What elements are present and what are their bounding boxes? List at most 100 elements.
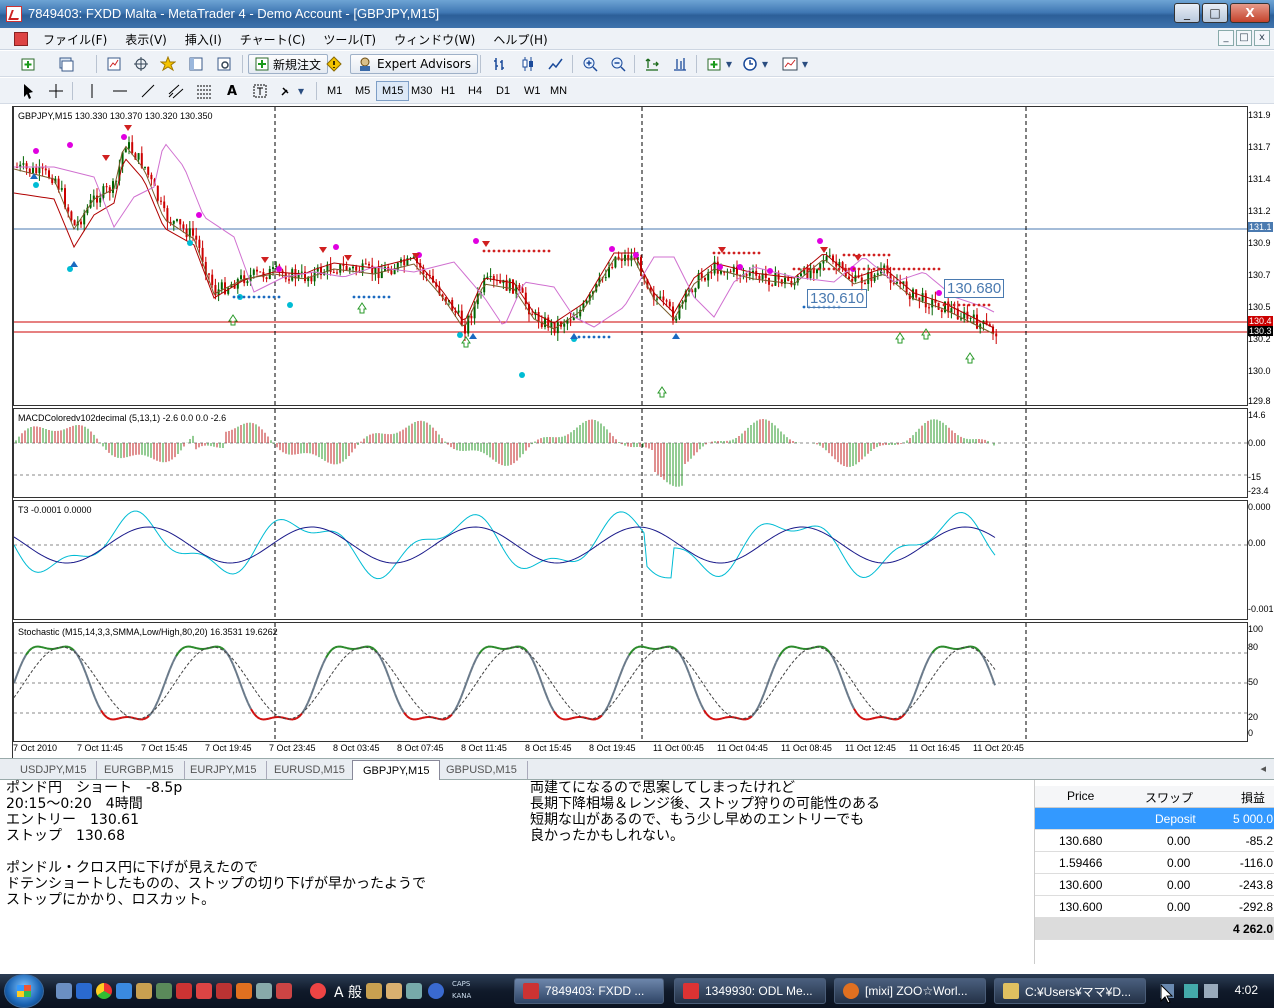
odl-quicklaunch-icon[interactable] xyxy=(196,983,212,999)
tab-eurgbp[interactable]: EURGBP,M15 xyxy=(94,761,185,779)
trendline-icon[interactable] xyxy=(138,81,158,101)
ime-dictionary-icon[interactable] xyxy=(366,983,382,999)
ime-indicator[interactable]: A 般 xyxy=(334,982,362,1002)
metatrader-quicklaunch-icon[interactable] xyxy=(176,983,192,999)
line-chart-icon[interactable] xyxy=(546,54,566,74)
firefox-icon[interactable] xyxy=(236,983,252,999)
timeframe-m15[interactable]: M15 xyxy=(376,81,410,101)
macd-panel[interactable]: MACDColoredv102decimal (5,13,1) -2.6 0.0… xyxy=(13,408,1248,498)
alert-icon[interactable] xyxy=(324,54,344,74)
new-order-button[interactable]: 新規注文 xyxy=(248,54,329,74)
ime-pad-icon[interactable] xyxy=(406,983,422,999)
menu-window[interactable]: ウィンドウ(W) xyxy=(385,31,484,48)
arrows-dropdown-icon[interactable]: ▾ xyxy=(296,81,306,101)
tab-gbpjpy[interactable]: GBPJPY,M15 xyxy=(352,760,441,780)
maximize-button[interactable]: □ xyxy=(1202,3,1228,23)
crosshair-icon[interactable] xyxy=(131,54,151,74)
task-explorer[interactable]: C:¥Users¥ママ¥D... xyxy=(994,978,1146,1004)
deposit-row[interactable]: Deposit 5 000.0 xyxy=(1035,808,1274,830)
cursor-icon[interactable] xyxy=(18,81,38,101)
trade-row[interactable]: 130.600 0.00 -292.8 xyxy=(1035,896,1274,918)
candlestick-icon[interactable] xyxy=(518,54,538,74)
volume-icon[interactable] xyxy=(1204,984,1218,998)
col-swap[interactable]: スワップ xyxy=(1145,789,1193,806)
tabs-scroll-left-icon[interactable]: ◂ xyxy=(1260,762,1266,775)
mdi-close-button[interactable]: x xyxy=(1254,30,1270,46)
tool-icon[interactable] xyxy=(256,983,272,999)
col-price[interactable]: Price xyxy=(1067,789,1094,803)
app2-icon[interactable] xyxy=(276,983,292,999)
col-profit[interactable]: 損益 xyxy=(1241,789,1265,806)
text-tool-icon[interactable]: A xyxy=(222,81,242,101)
crosshair-tool-icon[interactable] xyxy=(46,81,66,101)
timeframe-m30[interactable]: M30 xyxy=(406,81,437,101)
menu-help[interactable]: ヘルプ(H) xyxy=(484,31,556,48)
chrome-icon[interactable] xyxy=(96,983,112,999)
price-panel[interactable]: GBPJPY,M15 130.330 130.370 130.320 130.3… xyxy=(13,106,1248,406)
navigator-icon[interactable] xyxy=(158,54,178,74)
show-desktop-icon[interactable] xyxy=(56,983,72,999)
timeframe-m5[interactable]: M5 xyxy=(350,81,375,101)
mdi-minimize-button[interactable]: _ xyxy=(1218,30,1234,46)
strategy-tester-icon[interactable] xyxy=(214,54,234,74)
task-firefox-mixi[interactable]: [mixi] ZOO☆Worl... xyxy=(834,978,986,1004)
start-button[interactable] xyxy=(4,974,44,1008)
menu-view[interactable]: 表示(V) xyxy=(116,31,176,48)
ime-tool-icon[interactable] xyxy=(386,983,402,999)
menu-file[interactable]: ファイル(F) xyxy=(34,31,116,48)
trade-row[interactable]: 1.59466 0.00 -116.0 xyxy=(1035,852,1274,874)
periods-icon[interactable] xyxy=(740,54,760,74)
templates-dropdown-icon[interactable]: ▾ xyxy=(800,54,810,74)
trade-row[interactable]: 130.680 0.00 -85.2 xyxy=(1035,830,1274,852)
entry-annotation-label[interactable]: 130.610 xyxy=(807,289,868,308)
timeframe-h1[interactable]: H1 xyxy=(436,81,460,101)
stop-annotation-label[interactable]: 130.680 xyxy=(944,279,1005,298)
app-icon[interactable] xyxy=(156,983,172,999)
browser-icon[interactable] xyxy=(116,983,132,999)
periods-dropdown-icon[interactable]: ▾ xyxy=(760,54,770,74)
mdi-restore-button[interactable]: □ xyxy=(1236,30,1252,46)
notification-icon[interactable] xyxy=(310,983,326,999)
horizontal-line-icon[interactable] xyxy=(110,81,130,101)
menu-chart[interactable]: チャート(C) xyxy=(231,31,315,48)
market-watch-icon[interactable] xyxy=(104,54,124,74)
menu-tools[interactable]: ツール(T) xyxy=(314,31,385,48)
arrows-icon[interactable] xyxy=(278,81,298,101)
equidistant-channel-icon[interactable] xyxy=(166,81,186,101)
trade-row[interactable]: 130.600 0.00 -243.8 xyxy=(1035,874,1274,896)
vertical-line-icon[interactable] xyxy=(82,81,102,101)
tab-eurusd[interactable]: EURUSD,M15 xyxy=(264,761,356,779)
timeframe-mn[interactable]: MN xyxy=(545,81,572,101)
tab-gbpusd[interactable]: GBPUSD,M15 xyxy=(436,761,528,779)
profiles-icon[interactable] xyxy=(56,54,76,74)
minimize-button[interactable]: _ xyxy=(1174,3,1200,23)
zoom-in-icon[interactable] xyxy=(580,54,600,74)
task-mt4-odl[interactable]: 1349930: ODL Me... xyxy=(674,978,826,1004)
menu-insert[interactable]: 挿入(I) xyxy=(176,31,231,48)
zoom-out-icon[interactable] xyxy=(608,54,628,74)
terminal-icon[interactable] xyxy=(186,54,206,74)
close-button[interactable]: X xyxy=(1230,3,1270,23)
chart-window[interactable]: GBPJPY,M15 130.330 130.370 130.320 130.3… xyxy=(12,106,1274,758)
chart-shift-icon[interactable] xyxy=(670,54,690,74)
fibonacci-icon[interactable] xyxy=(194,81,214,101)
network-icon[interactable] xyxy=(1184,984,1198,998)
help-icon[interactable] xyxy=(428,983,444,999)
expert-advisors-button[interactable]: Expert Advisors xyxy=(350,54,478,74)
timeframe-h4[interactable]: H4 xyxy=(463,81,487,101)
auto-scroll-icon[interactable] xyxy=(642,54,662,74)
clock[interactable]: 4:02 xyxy=(1235,983,1258,997)
tab-usdjpy[interactable]: USDJPY,M15 xyxy=(10,761,98,779)
fxdd-quicklaunch-icon[interactable] xyxy=(216,983,232,999)
explorer-icon[interactable] xyxy=(136,983,152,999)
indicators-icon[interactable] xyxy=(704,54,724,74)
text-label-icon[interactable] xyxy=(250,81,270,101)
bar-chart-icon[interactable] xyxy=(490,54,510,74)
timeframe-d1[interactable]: D1 xyxy=(491,81,515,101)
ie-icon[interactable] xyxy=(76,983,92,999)
templates-icon[interactable] xyxy=(780,54,800,74)
tab-eurjpy[interactable]: EURJPY,M15 xyxy=(180,761,268,779)
t3-panel[interactable]: T3 -0.0001 0.0000 xyxy=(13,500,1248,620)
indicators-dropdown-icon[interactable]: ▾ xyxy=(724,54,734,74)
timeframe-w1[interactable]: W1 xyxy=(519,81,546,101)
